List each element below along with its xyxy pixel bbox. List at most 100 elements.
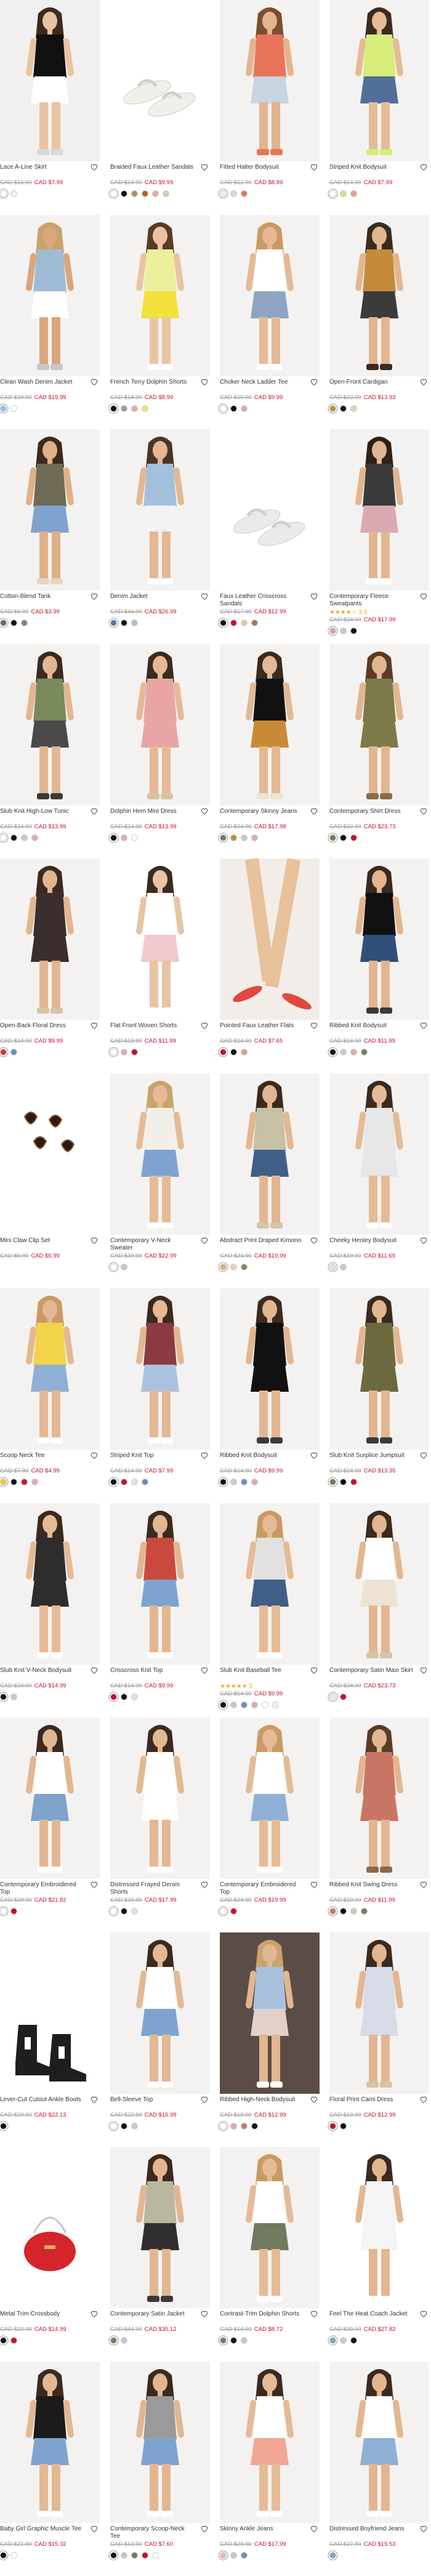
product-image[interactable]	[0, 215, 100, 376]
heart-icon[interactable]	[419, 807, 428, 815]
product-name[interactable]: Contemporary Skinny Jeans	[220, 808, 304, 815]
color-swatch[interactable]	[0, 834, 7, 842]
heart-icon[interactable]	[419, 592, 428, 600]
color-swatch[interactable]	[110, 1049, 117, 1056]
color-swatch[interactable]	[121, 1264, 127, 1271]
product-card[interactable]: Contemporary Skinny Jeans CAD $24.90 CAD $…	[220, 644, 320, 858]
color-swatch[interactable]	[329, 2337, 336, 2344]
product-name[interactable]: Striped Knit Top	[110, 1452, 194, 1460]
color-swatch[interactable]	[329, 2123, 336, 2130]
product-card[interactable]: Striped Knit Top CAD $14.90 CAD $7.99	[110, 1288, 210, 1503]
heart-icon[interactable]	[419, 1451, 428, 1460]
product-card[interactable]: Bell-Sleeve Top CAD $22.90 CAD $15.99	[110, 1932, 210, 2147]
product-image[interactable]	[220, 429, 320, 591]
heart-icon[interactable]	[310, 163, 318, 171]
color-swatch[interactable]	[340, 2123, 347, 2130]
product-name[interactable]: Baby Girl Graphic Muscle Tee	[0, 2526, 84, 2533]
heart-icon[interactable]	[419, 1666, 428, 1674]
color-swatch[interactable]	[131, 1694, 138, 1701]
product-card[interactable]: Distressed Frayed Denim Shorts CAD $24.90…	[110, 1718, 210, 1932]
heart-icon[interactable]	[310, 378, 318, 386]
color-swatch[interactable]	[241, 190, 248, 198]
product-name[interactable]: Ribbed Knit Bodysuit	[329, 1022, 413, 1030]
heart-icon[interactable]	[90, 1666, 99, 1674]
color-swatch[interactable]	[10, 620, 17, 627]
product-card[interactable]: Flat Front Woven Shorts CAD $19.90 CAD $11…	[110, 858, 210, 1073]
product-card[interactable]: Crisscross Knit Top CAD $14.90 CAD $9.99	[110, 1503, 210, 1718]
product-image[interactable]	[110, 2362, 210, 2523]
color-swatch[interactable]	[0, 190, 7, 198]
heart-icon[interactable]	[200, 2095, 209, 2104]
product-card[interactable]: Contemporary Embroidered Top CAD $24.90 CA…	[220, 1718, 320, 1932]
color-swatch[interactable]	[31, 834, 38, 842]
heart-icon[interactable]	[200, 163, 209, 171]
color-swatch[interactable]	[220, 1702, 227, 1709]
color-swatch[interactable]	[10, 1049, 17, 1056]
product-card[interactable]: Open-Back Floral Dress CAD $14.90 CAD $9.9…	[0, 858, 100, 1073]
heart-icon[interactable]	[310, 1451, 318, 1460]
product-card[interactable]: Scoop Neck Tee CAD $7.90 CAD $4.99	[0, 1288, 100, 1503]
heart-icon[interactable]	[310, 592, 318, 600]
product-card[interactable]: Contemporary Scoop-Neck Tee CAD $13.90 CAD…	[110, 2362, 210, 2576]
product-name[interactable]: Slub Knit High-Low Tunic	[0, 808, 84, 815]
product-image[interactable]	[0, 1932, 100, 2094]
color-swatch[interactable]	[241, 620, 248, 627]
color-swatch[interactable]	[121, 2552, 127, 2559]
product-card[interactable]: Contemporary Fleece Sweatpants ★★★★☆ 3.5 C…	[329, 429, 429, 644]
color-swatch[interactable]	[241, 2552, 248, 2559]
product-name[interactable]: Ribbed Knit Swing Dress	[329, 1881, 413, 1889]
color-swatch[interactable]	[152, 2552, 159, 2559]
color-swatch[interactable]	[110, 1694, 117, 1701]
product-card[interactable]: Slub Knit Baseball Tee ★★★★★ 5 CAD $14.90 C…	[220, 1503, 320, 1718]
product-card[interactable]: Floral Print Cami Dress CAD $19.90 CAD $12…	[329, 1932, 429, 2147]
color-swatch[interactable]	[251, 1702, 258, 1709]
color-swatch[interactable]	[0, 2552, 7, 2559]
product-card[interactable]: Abstract Print Draped Kimono CAD $24.90 CA…	[220, 1073, 320, 1288]
color-swatch[interactable]	[121, 834, 127, 842]
product-card[interactable]: Contemporary Satin Maxi Skirt CAD $34.90 C…	[329, 1503, 429, 1718]
color-swatch[interactable]	[121, 1049, 127, 1056]
color-swatch[interactable]	[230, 2552, 237, 2559]
color-swatch[interactable]	[329, 1694, 336, 1701]
color-swatch[interactable]	[0, 1049, 7, 1056]
product-image[interactable]	[220, 858, 320, 1020]
color-swatch[interactable]	[272, 1702, 279, 1709]
product-name[interactable]: Fitted Halter Bodysuit	[220, 164, 304, 171]
color-swatch[interactable]	[230, 2337, 237, 2344]
color-swatch[interactable]	[230, 1702, 237, 1709]
product-name[interactable]: Contemporary Embroidered Top	[220, 1881, 304, 1896]
product-card[interactable]: Dolphin Hem Mini Dress CAD $24.90 CAD $13.…	[110, 644, 210, 858]
color-swatch[interactable]	[0, 2123, 7, 2130]
color-swatch[interactable]	[10, 2337, 17, 2344]
color-swatch[interactable]	[262, 1702, 268, 1709]
product-card[interactable]: Ribbed Knit Bodysuit CAD $14.90 CAD $9.99	[220, 1288, 320, 1503]
product-name[interactable]: Lever-Cut Cutout Ankle Boots	[0, 2096, 84, 2104]
product-image[interactable]	[110, 1932, 210, 2094]
color-swatch[interactable]	[10, 1479, 17, 1486]
color-swatch[interactable]	[121, 1479, 127, 1486]
product-card[interactable]: Ribbed High-Neck Bodysuit CAD $19.90 CAD $…	[220, 1932, 320, 2147]
heart-icon[interactable]	[310, 807, 318, 815]
product-card[interactable]: Metal Trim Crossbody CAD $22.90 CAD $14.99	[0, 2147, 100, 2361]
color-swatch[interactable]	[152, 190, 159, 198]
product-name[interactable]: Skinny Ankle Jeans	[220, 2526, 304, 2533]
heart-icon[interactable]	[200, 592, 209, 600]
product-name[interactable]: Dolphin Hem Mini Dress	[110, 808, 194, 815]
color-swatch[interactable]	[340, 1694, 347, 1701]
color-swatch[interactable]	[110, 834, 117, 842]
product-card[interactable]: Contemporary V-Neck Sweater CAD $39.90 CAD…	[110, 1073, 210, 1288]
product-card[interactable]: Cheeky Henley Bodysuit CAD $19.90 CAD $11.…	[329, 1073, 429, 1288]
color-swatch[interactable]	[121, 2123, 127, 2130]
color-swatch[interactable]	[131, 2552, 138, 2559]
product-card[interactable]: Denim Jacket CAD $44.90 CAD $26.99	[110, 429, 210, 644]
product-image[interactable]	[220, 2362, 320, 2523]
color-swatch[interactable]	[329, 1049, 336, 1056]
color-swatch[interactable]	[220, 2337, 227, 2344]
color-swatch[interactable]	[131, 2123, 138, 2130]
color-swatch[interactable]	[220, 834, 227, 842]
color-swatch[interactable]	[121, 405, 127, 413]
heart-icon[interactable]	[90, 1451, 99, 1460]
product-name[interactable]: Open-Back Floral Dress	[0, 1022, 84, 1030]
color-swatch[interactable]	[131, 834, 138, 842]
product-name[interactable]: Distressed Frayed Denim Shorts	[110, 1881, 194, 1896]
